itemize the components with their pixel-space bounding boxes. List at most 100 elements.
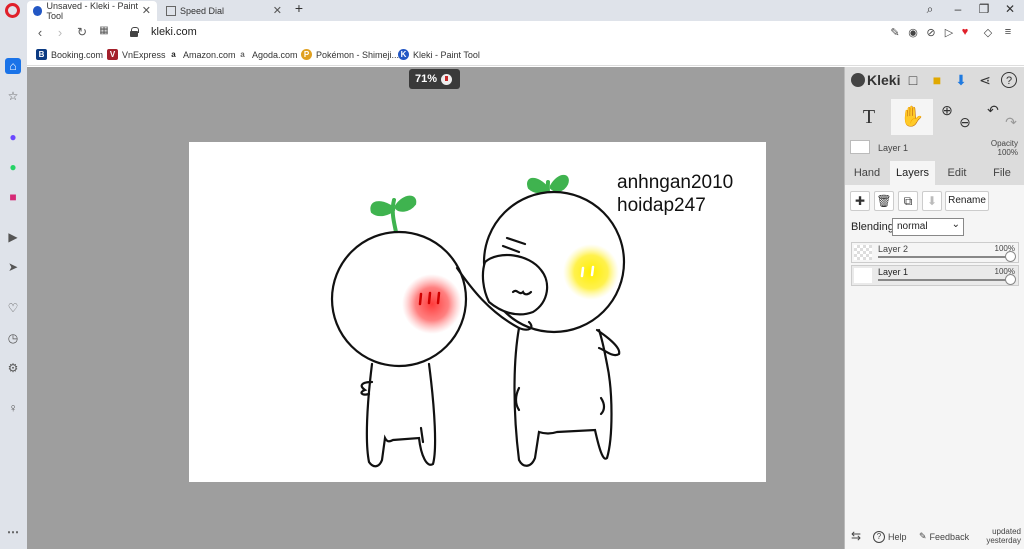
tab-kleki[interactable]: Unsaved - Kleki - Paint Tool ✕ — [27, 1, 157, 21]
bookmark-amazon[interactable]: a Amazon.com — [168, 49, 236, 60]
close-tab-icon[interactable]: ✕ — [142, 4, 151, 17]
layer-opacity-slider-handle[interactable] — [1005, 274, 1016, 285]
layer-opacity-slider[interactable] — [878, 256, 1013, 258]
delete-layer-icon[interactable]: 🗑 — [874, 191, 894, 211]
bookmark-label: Amazon.com — [183, 49, 236, 60]
tab-layers[interactable]: Layers — [890, 161, 935, 185]
heart-icon[interactable]: ♥ — [958, 26, 972, 38]
layer-thumbnail — [854, 268, 872, 283]
swap-sides-icon[interactable]: ⇆ — [851, 529, 861, 543]
flow-icon[interactable]: ▷ — [942, 26, 956, 39]
settings-sliders-icon[interactable]: ≡ — [1001, 26, 1015, 38]
zoom-indicator[interactable]: 71% — [409, 69, 460, 89]
send-icon[interactable]: ➤ — [5, 259, 21, 275]
tab-grid-icon[interactable]: ▦ — [96, 25, 112, 36]
layer-row-layer-1[interactable]: Layer 1 100% — [851, 265, 1019, 286]
close-window-icon[interactable]: ✕ — [1002, 2, 1018, 16]
opera-logo-icon[interactable] — [5, 3, 20, 18]
panel-footer: ⇆ ? Help ✎ Feedback updated yesterday — [845, 525, 1024, 549]
forward-icon[interactable]: › — [52, 25, 68, 40]
opacity-value: 100% — [997, 148, 1018, 157]
hand-tool-icon[interactable]: ✋ — [891, 99, 933, 135]
tool-row: T ✋ ⊕ ⊖ ↶ ↷ — [845, 99, 1024, 135]
opacity-label: Opacity — [990, 139, 1018, 148]
zoom-out-icon[interactable]: ⊖ — [955, 99, 975, 135]
url-field[interactable]: kleki.com — [151, 26, 197, 38]
more-icon[interactable]: ⋯ — [5, 524, 21, 540]
tips-bulb-icon[interactable]: ♀ — [5, 400, 21, 416]
blending-select[interactable]: normal — [892, 217, 964, 236]
zoom-in-icon[interactable]: ⊕ — [937, 99, 957, 135]
left-character — [330, 195, 468, 468]
bookmark-label: Agoda.com — [252, 49, 298, 60]
canvas-workspace[interactable]: 71% anhngan2010 hoidap247 — [27, 67, 844, 549]
updated-time: yesterday — [986, 536, 1021, 545]
layers-panel: ✚ 🗑 ⧉ ⬇ Rename Blending normal Layer 2 1… — [845, 185, 1024, 549]
favorites-icon[interactable]: ♡ — [5, 300, 21, 316]
instagram-icon[interactable]: ■ — [5, 189, 21, 205]
download-icon[interactable]: ⬇ — [953, 72, 969, 88]
adblock-icon[interactable]: ⊘ — [924, 26, 938, 39]
right-character — [455, 174, 626, 467]
feedback-link[interactable]: ✎ Feedback — [919, 531, 969, 542]
layer-thumbnail — [854, 245, 872, 260]
minimize-icon[interactable]: – — [950, 2, 966, 16]
settings-icon[interactable]: ⚙ — [5, 360, 21, 376]
rename-button[interactable]: Rename — [945, 191, 989, 211]
current-layer-name: Layer 1 — [878, 143, 909, 153]
whatsapp-icon[interactable]: ● — [5, 159, 21, 175]
layer-opacity-slider-handle[interactable] — [1005, 251, 1016, 262]
edit-icon[interactable]: ✎ — [888, 26, 902, 39]
add-layer-icon[interactable]: ✚ — [850, 191, 870, 211]
help-circle-icon: ? — [873, 531, 885, 543]
help-link[interactable]: ? Help — [873, 531, 907, 543]
tab-edit[interactable]: Edit — [936, 161, 978, 185]
layer-opacity-slider[interactable] — [878, 279, 1013, 281]
back-icon[interactable]: ‹ — [32, 25, 48, 40]
duplicate-layer-icon[interactable]: ⧉ — [898, 191, 918, 211]
bookmarks-icon[interactable]: ☆ — [5, 88, 21, 104]
tab-hand[interactable]: Hand — [845, 161, 889, 185]
new-image-icon[interactable]: □ — [905, 72, 921, 88]
speed-dial-icon — [166, 6, 176, 16]
rotation-icon[interactable] — [441, 73, 453, 85]
agoda-icon: a — [237, 49, 248, 60]
layer-row-layer-2[interactable]: Layer 2 100% — [851, 242, 1019, 263]
merge-down-icon[interactable]: ⬇ — [922, 191, 942, 211]
share-icon[interactable]: ⋖ — [977, 72, 993, 88]
booking-icon: B — [36, 49, 47, 60]
bookmark-agoda[interactable]: a Agoda.com — [237, 49, 298, 60]
bookmark-pokemon[interactable]: P Pokémon - Shimeji... — [301, 49, 399, 60]
cube-icon[interactable]: ◇ — [981, 26, 995, 39]
home-icon[interactable]: ⌂ — [5, 58, 21, 74]
search-tabs-icon[interactable]: ⌕ — [922, 2, 938, 17]
undo-icon[interactable]: ↶ — [983, 99, 1003, 135]
bookmark-kleki[interactable]: K Kleki - Paint Tool — [398, 49, 480, 60]
current-layer-thumbnail — [850, 140, 870, 154]
player-icon[interactable]: ▶ — [5, 229, 21, 245]
new-tab-icon[interactable]: + — [291, 0, 307, 16]
tab-file[interactable]: File — [979, 161, 1024, 185]
reload-icon[interactable]: ↻ — [74, 25, 90, 39]
bookmark-label: Booking.com — [51, 49, 104, 60]
updated-label: updated — [992, 527, 1021, 536]
lock-icon[interactable] — [130, 27, 139, 37]
bookmark-booking[interactable]: B Booking.com — [36, 49, 103, 60]
save-icon[interactable]: ■ — [929, 72, 945, 88]
bookmark-vnexpress[interactable]: V VnExpress — [107, 49, 166, 60]
text-tool-icon[interactable]: T — [849, 99, 889, 135]
camera-icon[interactable]: ◉ — [906, 26, 920, 39]
messenger-icon[interactable]: ● — [5, 129, 21, 145]
close-tab-icon[interactable]: ✕ — [273, 4, 282, 17]
help-icon[interactable]: ? — [1001, 72, 1017, 88]
tab-speed-dial[interactable]: Speed Dial ✕ — [160, 1, 288, 21]
amazon-icon: a — [168, 49, 179, 60]
history-icon[interactable]: ◷ — [5, 330, 21, 346]
kleki-header: Kleki □ ■ ⬇ ⋖ ? — [845, 67, 1024, 95]
maximize-icon[interactable]: ❐ — [976, 2, 992, 16]
bookmark-label: VnExpress — [122, 49, 166, 60]
redo-icon[interactable]: ↷ — [1001, 99, 1021, 135]
drawing-canvas[interactable]: anhngan2010 hoidap247 — [189, 142, 766, 482]
tab-bar: Unsaved - Kleki - Paint Tool ✕ Speed Dia… — [0, 0, 1024, 21]
drawing-illustration — [330, 174, 626, 468]
